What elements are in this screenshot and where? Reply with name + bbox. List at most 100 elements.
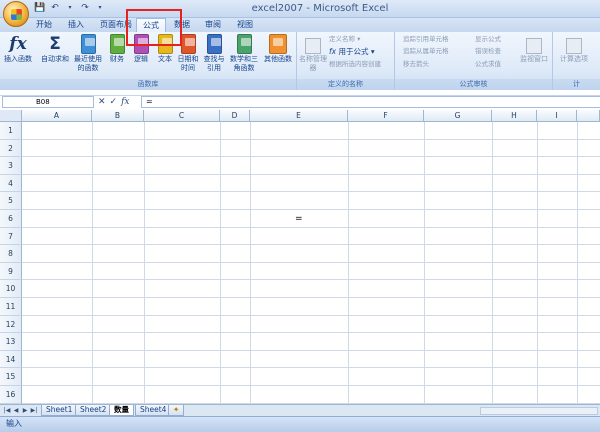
name-manager-button[interactable]: 名称管理器 [299,38,327,73]
column-header[interactable]: H [492,110,537,122]
tab-view[interactable]: 视图 [231,18,259,32]
office-logo-icon [11,9,22,20]
row-header[interactable]: 14 [0,350,22,369]
math-trig-button[interactable]: 数学和三角函数 [228,34,260,73]
cancel-icon[interactable]: ✕ [98,96,106,108]
column-header[interactable]: F [348,110,424,122]
row-gridline [22,349,600,351]
recent-functions-button[interactable]: 最近使用的函数 [72,34,104,73]
trace-dependents-button[interactable]: 追踪从属单元格 [403,47,449,56]
defined-names-group: 名称管理器 定义名称 ▾ fx 用于公式 ▾ 根据所选内容创建 定义的名称 [297,32,395,90]
watch-window-icon [526,38,542,54]
show-formulas-button[interactable]: 显示公式 [475,35,501,44]
calculation-group: 计算选项 计 [553,32,600,90]
use-in-formula-button[interactable]: fx 用于公式 ▾ [329,47,375,56]
status-mode: 输入 [6,419,22,428]
column-gridline [424,122,425,404]
column-gridline [492,122,493,404]
enter-icon[interactable]: ✓ [110,96,118,108]
insert-sheet-icon[interactable]: ✦ [168,405,185,416]
cell-e6-value[interactable]: = [295,214,303,224]
remove-arrows-button[interactable]: 移去箭头 [403,60,429,69]
column-header[interactable]: B [92,110,144,122]
tab-home[interactable]: 开始 [30,18,58,32]
row-header[interactable]: 5 [0,192,22,210]
lookup-book-icon [206,34,222,54]
window-title: excel2007 - Microsoft Excel [251,3,389,14]
status-bar: 输入 [0,416,600,432]
recent-book-icon [80,34,96,54]
row-header[interactable]: 6 [0,210,22,228]
row-header[interactable]: 2 [0,139,22,158]
worksheet-grid[interactable]: A B C D E F G H I 1 2 3 4 5 6 7 8 9 10 11 12 13 14 15 16 = [0,110,600,404]
tab-insert[interactable]: 插入 [62,18,90,32]
lookup-button[interactable]: 查找与引用 [202,34,226,73]
sheet-tab[interactable]: Sheet1 [41,405,78,416]
column-header[interactable]: D [220,110,250,122]
sigma-icon: Σ [49,34,61,54]
column-gridline [537,122,538,404]
row-header[interactable]: 12 [0,315,22,334]
math-book-icon [236,34,252,54]
row-header[interactable]: 9 [0,262,22,281]
insert-function-button[interactable]: fx 插入函数 [3,34,33,64]
row-header[interactable]: 1 [0,122,22,140]
row-header[interactable]: 8 [0,245,22,263]
next-sheet-icon[interactable]: ▶ [21,406,29,415]
row-gridline [22,261,600,263]
formula-bar: B08 ✕ ✓ fx = [0,95,600,108]
row-header[interactable]: 4 [0,174,22,193]
autosum-button[interactable]: Σ 自动求和 [40,34,70,64]
column-gridline [250,122,251,404]
first-sheet-icon[interactable]: |◀ [3,406,11,415]
column-header[interactable]: A [22,110,92,122]
error-checking-button[interactable]: 错误检查 [475,47,501,56]
sheet-tab-bar: |◀ ◀ ▶ ▶| Sheet1 Sheet2 数量 Sheet4 ✦ [0,404,600,416]
column-gridline [348,122,349,404]
row-gridline [22,226,600,228]
formula-buttons: ✕ ✓ fx [98,96,130,108]
tab-review[interactable]: 审阅 [199,18,227,32]
fx-icon: fx [9,34,27,54]
row-header[interactable]: 10 [0,280,22,298]
row-header[interactable]: 16 [0,386,22,404]
select-all-corner[interactable] [0,110,22,122]
row-gridline [22,191,600,193]
row-header[interactable]: 11 [0,298,22,316]
prev-sheet-icon[interactable]: ◀ [12,406,20,415]
column-header-partial[interactable] [577,110,600,122]
formula-input[interactable]: = [141,96,600,108]
ribbon: fx 插入函数 Σ 自动求和 最近使用的函数 财务 逻辑 文本 日期和时间 查找… [0,32,600,90]
row-gridline [22,156,600,158]
insert-function-icon[interactable]: fx [121,96,129,108]
more-functions-button[interactable]: 其他函数 [262,34,294,64]
financial-button[interactable]: 财务 [106,34,128,64]
title-bar: 💾 ↶ ▾ ↷ ▾ excel2007 - Microsoft Excel [0,0,600,18]
ribbon-tabs: 开始 插入 页面布局 公式 数据 审阅 视图 [0,18,600,33]
row-header[interactable]: 3 [0,157,22,175]
calc-options-button[interactable]: 计算选项 [557,38,591,64]
sheet-tab-active[interactable]: 数量 [109,405,134,416]
name-box[interactable]: B08 [2,96,94,108]
trace-precedents-button[interactable]: 追踪引用单元格 [403,35,449,44]
horizontal-scrollbar[interactable] [480,407,598,415]
column-gridline [92,122,93,404]
column-header[interactable]: I [537,110,577,122]
watch-window-button[interactable]: 监视窗口 [519,38,549,64]
row-gridline [22,297,600,298]
office-button[interactable] [3,1,29,27]
sheet-tab[interactable]: Sheet2 [75,405,112,416]
sheet-tab[interactable]: Sheet4 [135,405,172,416]
formula-auditing-group: 追踪引用单元格 追踪从属单元格 移去箭头 显示公式 错误检查 公式求值 监视窗口… [395,32,553,90]
column-header[interactable]: E [250,110,348,122]
row-gridline [22,209,600,210]
column-header[interactable]: G [424,110,492,122]
column-header[interactable]: C [144,110,220,122]
define-name-button[interactable]: 定义名称 ▾ [329,35,360,44]
row-header[interactable]: 7 [0,227,22,246]
row-header[interactable]: 15 [0,368,22,386]
create-from-selection-button[interactable]: 根据所选内容创建 [329,60,381,69]
row-header[interactable]: 13 [0,333,22,351]
evaluate-formula-button[interactable]: 公式求值 [475,60,501,69]
last-sheet-icon[interactable]: ▶| [30,406,38,415]
